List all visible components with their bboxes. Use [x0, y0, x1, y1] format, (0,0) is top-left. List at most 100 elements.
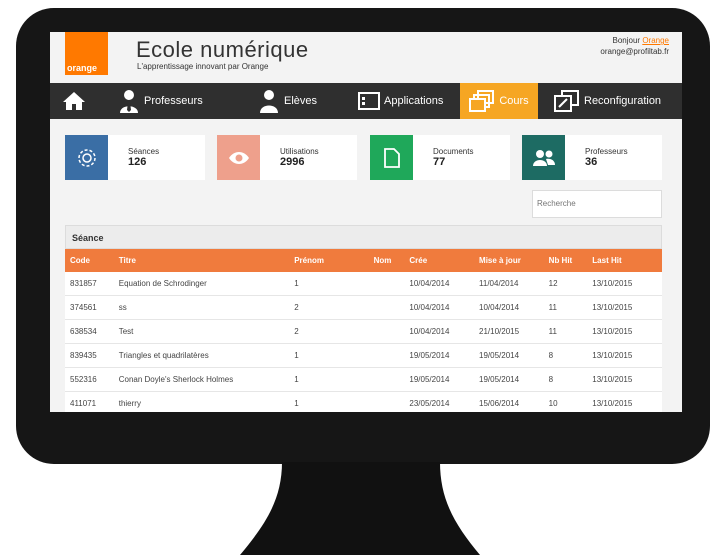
table-header-row: Code Titre Prénom Nom Crée Mise à jour N…	[65, 249, 662, 272]
table-cell: 13/10/2015	[592, 391, 662, 412]
table-cell	[373, 295, 410, 320]
reconfiguration-icon	[554, 90, 579, 112]
nav-applications[interactable]: Applications	[358, 83, 458, 119]
table-cell: 8	[548, 343, 593, 368]
table-cell	[373, 343, 410, 368]
table-cell: 552316	[65, 367, 119, 392]
table-cell: ss	[118, 295, 295, 320]
table-cell	[373, 272, 410, 296]
table-cell: 374561	[65, 295, 119, 320]
table-cell: 1	[294, 367, 374, 392]
table-cell: 13/10/2015	[592, 272, 662, 296]
eye-icon	[217, 135, 260, 180]
table-cell: 11	[548, 295, 593, 320]
column-header[interactable]: Code	[65, 249, 119, 272]
column-header[interactable]: Mise à jour	[479, 249, 549, 272]
table-row[interactable]: 831857 Equation de Schrodinger 1 10/04/2014…	[65, 272, 662, 296]
nav-reconfiguration[interactable]: Reconfiguration	[554, 83, 679, 119]
table-cell: 10/04/2014	[409, 272, 480, 296]
nav-label: Applications	[384, 95, 444, 107]
column-header[interactable]: Titre	[118, 249, 295, 272]
stat-label: Séances	[128, 147, 160, 156]
table-cell	[373, 391, 410, 412]
nav-label: Professeurs	[144, 95, 203, 107]
table-cell: 13/10/2015	[592, 295, 662, 320]
table-cell: 19/05/2014	[409, 367, 480, 392]
column-header[interactable]: Prénom	[294, 249, 374, 272]
logo-text: orange	[67, 63, 98, 73]
table-cell: Triangles et quadrilatères	[118, 343, 295, 368]
table-cell: 13/10/2015	[592, 319, 662, 344]
greeting-prefix: Bonjour	[612, 36, 641, 45]
table-row[interactable]: 638534 Test 2 10/04/2014 21/10/2015 11 13/10/2…	[65, 319, 662, 344]
users-icon	[522, 135, 565, 180]
table-cell: 10/04/2014	[409, 319, 480, 344]
table-row[interactable]: 411071 thierry 1 23/05/2014 15/06/2014 10 13/1…	[65, 391, 662, 412]
column-header[interactable]: Nb Hit	[548, 249, 593, 272]
app-subtitle: L'apprentissage innovant par Orange	[137, 62, 269, 71]
user-name-link[interactable]: Orange	[642, 36, 669, 45]
table-cell: 13/10/2015	[592, 343, 662, 368]
courses-icon	[469, 90, 495, 112]
stat-card-documents[interactable]: Documents 77	[370, 135, 510, 180]
stat-label: Documents	[433, 147, 474, 156]
nav-professeurs[interactable]: Professeurs	[118, 83, 218, 119]
stat-card-seances[interactable]: Séances 126	[65, 135, 205, 180]
orange-logo[interactable]: orange	[65, 32, 108, 75]
table-cell: 13/10/2015	[592, 367, 662, 392]
column-header[interactable]: Crée	[409, 249, 480, 272]
student-icon	[260, 90, 278, 113]
panel-title: Séance	[65, 225, 662, 249]
teacher-icon	[120, 90, 138, 113]
user-greeting: Bonjour Orange orange@profiltab.fr	[600, 35, 669, 57]
user-email: orange@profiltab.fr	[600, 47, 669, 56]
table-cell: 19/05/2014	[479, 343, 549, 368]
seance-table: Code Titre Prénom Nom Crée Mise à jour N…	[65, 249, 662, 412]
nav-label: Elèves	[284, 95, 318, 107]
home-icon	[63, 92, 85, 110]
table-cell: 11	[548, 319, 593, 344]
nav-cours[interactable]: Cours	[460, 83, 538, 119]
stat-value: 77	[433, 156, 446, 168]
column-header[interactable]: Last Hit	[592, 249, 662, 272]
nav-eleves[interactable]: Elèves	[258, 83, 338, 119]
document-icon	[370, 135, 413, 180]
table-cell: 638534	[65, 319, 119, 344]
stat-value: 36	[585, 156, 598, 168]
seance-panel: Séance Code Titre Prénom Nom Crée Mise à…	[65, 225, 662, 412]
stat-value: 2996	[280, 156, 305, 168]
table-cell: 23/05/2014	[409, 391, 480, 412]
app-header: orange Ecole numérique L'apprentissage i…	[50, 32, 682, 83]
search-input[interactable]	[533, 191, 661, 215]
stat-label: Utilisations	[280, 147, 319, 156]
stat-label: Professeurs	[585, 147, 628, 156]
table-cell: 2	[294, 295, 374, 320]
table-cell: 411071	[65, 391, 119, 412]
gear-icon	[65, 135, 108, 180]
nav-label: Cours	[499, 95, 529, 107]
table-cell: 10/04/2014	[479, 295, 549, 320]
nav-label: Reconfiguration	[584, 95, 662, 107]
table-row[interactable]: 839435 Triangles et quadrilatères 1 19/05/2…	[65, 343, 662, 368]
table-cell: 15/06/2014	[479, 391, 549, 412]
stat-value: 126	[128, 156, 147, 168]
table-cell: 1	[294, 391, 374, 412]
table-cell: 2	[294, 319, 374, 344]
table-cell: 19/05/2014	[409, 343, 480, 368]
table-row[interactable]: 552316 Conan Doyle's Sherlock Holmes 1 19/0…	[65, 367, 662, 392]
column-header[interactable]: Nom	[373, 249, 410, 272]
table-row[interactable]: 374561 ss 2 10/04/2014 10/04/2014 11 13/10/201…	[65, 295, 662, 320]
table-cell: thierry	[118, 391, 295, 412]
table-cell	[373, 319, 410, 344]
table-cell: Test	[118, 319, 295, 344]
nav-home[interactable]	[58, 83, 94, 119]
table-cell: 11/04/2014	[479, 272, 549, 296]
table-cell: 21/10/2015	[479, 319, 549, 344]
table-cell: 8	[548, 367, 593, 392]
stat-card-professeurs[interactable]: Professeurs 36	[522, 135, 662, 180]
applications-icon	[358, 92, 380, 110]
search-box	[532, 190, 662, 218]
table-cell: 1	[294, 272, 374, 296]
app-screen: orange Ecole numérique L'apprentissage i…	[50, 32, 682, 412]
stat-card-utilisations[interactable]: Utilisations 2996	[217, 135, 357, 180]
